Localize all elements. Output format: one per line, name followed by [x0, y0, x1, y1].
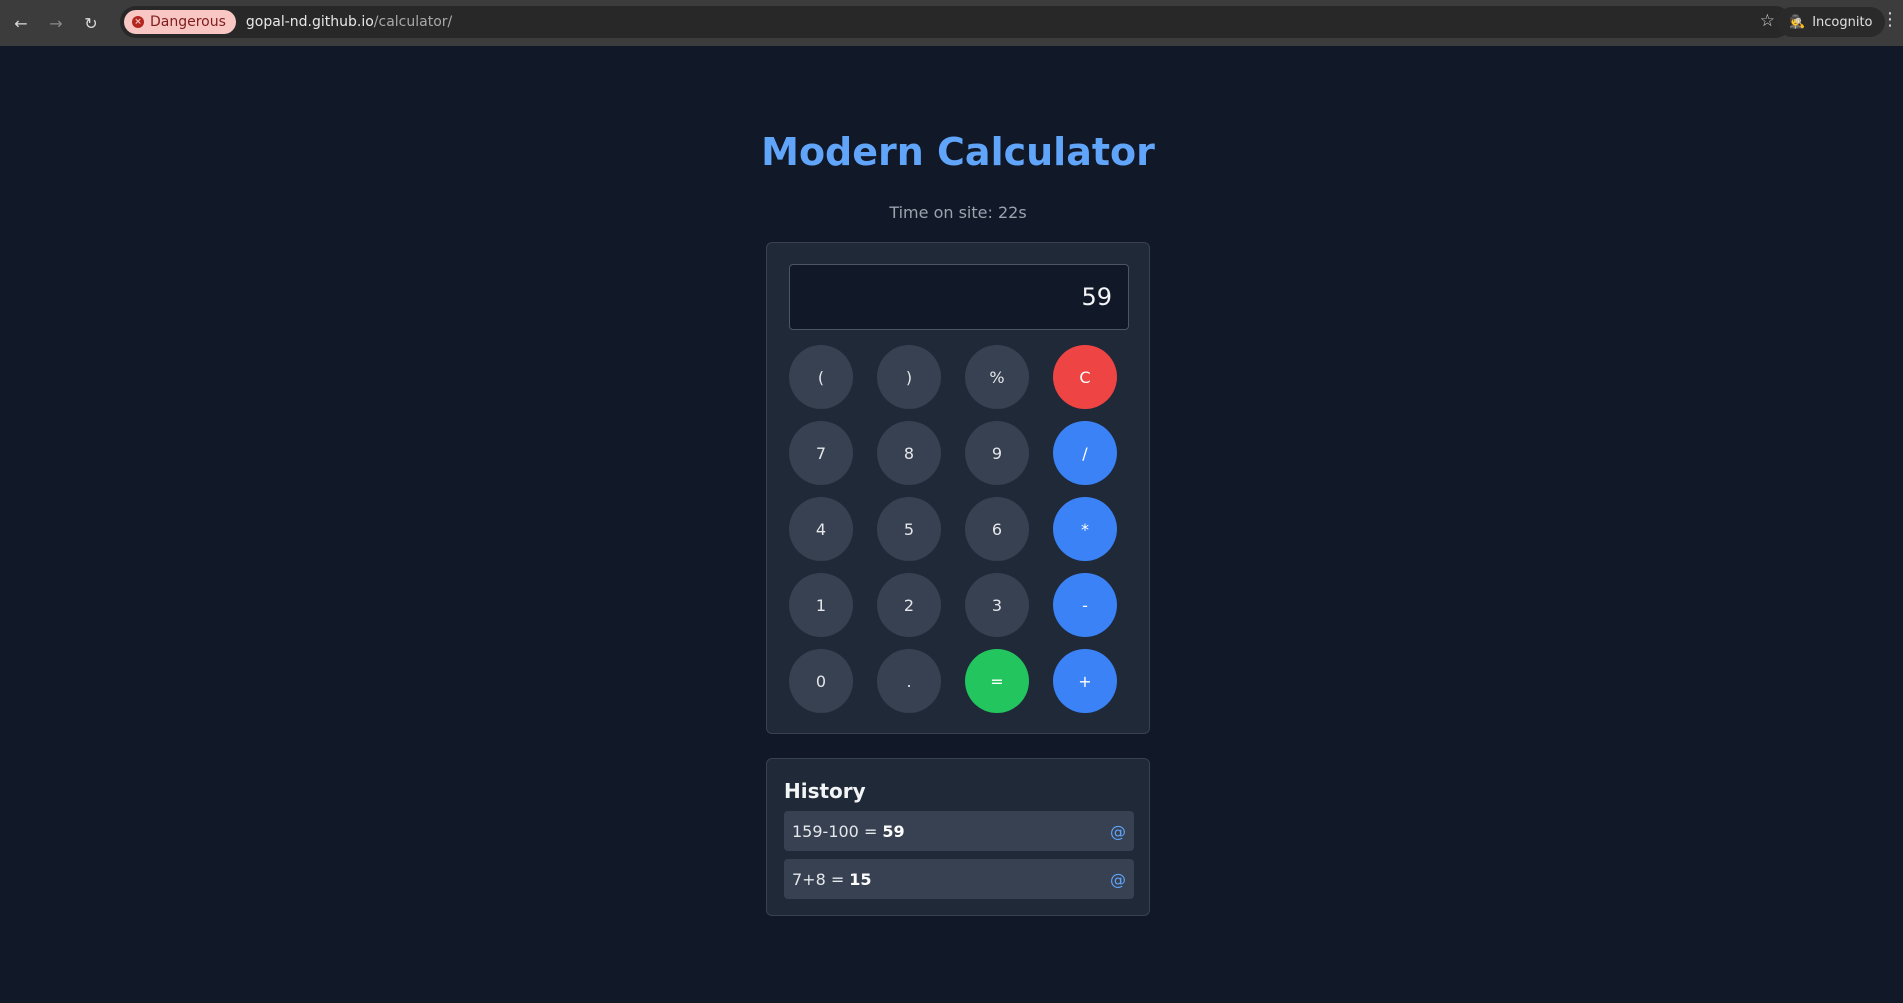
- browser-toolbar: ← → ↻ × Dangerous gopal-nd.github.io/cal…: [0, 0, 1903, 46]
- bookmark-star-icon[interactable]: ☆: [1760, 11, 1775, 31]
- time-on-site: Time on site: 22s: [889, 203, 1027, 222]
- calculator-panel: 59 ()% C 7 8 9 / 4 5 6 * 1 2 3- 0. = +: [766, 242, 1150, 734]
- url-host: gopal-nd.github.io: [245, 14, 374, 30]
- key-equals-button[interactable]: =: [965, 649, 1029, 713]
- incognito-profile-button[interactable]: 🕵 Incognito: [1777, 7, 1885, 37]
- key-4-button[interactable]: 4: [789, 497, 853, 561]
- key-divide-button[interactable]: /: [1053, 421, 1117, 485]
- key-3-button[interactable]: 3: [965, 573, 1029, 637]
- key-8-button[interactable]: 8: [877, 421, 941, 485]
- recall-icon[interactable]: @: [1110, 822, 1126, 841]
- danger-icon: ×: [132, 16, 144, 28]
- address-bar[interactable]: × Dangerous gopal-nd.github.io/calculato…: [120, 6, 1791, 38]
- page-title: Modern Calculator: [761, 130, 1155, 174]
- key-2-button[interactable]: 2: [877, 573, 941, 637]
- key-clear-button[interactable]: C: [1053, 345, 1117, 409]
- key-5-button[interactable]: 5: [877, 497, 941, 561]
- browser-menu-icon[interactable]: ⋮: [1881, 10, 1899, 30]
- key-6-button[interactable]: 6: [965, 497, 1029, 561]
- security-warning-chip[interactable]: × Dangerous: [124, 10, 236, 34]
- incognito-icon: 🕵: [1789, 14, 1806, 30]
- forward-arrow-icon[interactable]: →: [42, 9, 70, 37]
- history-item[interactable]: 159-100 = 59 @: [784, 811, 1134, 851]
- key-0-button[interactable]: 0: [789, 649, 853, 713]
- key-1-button[interactable]: 1: [789, 573, 853, 637]
- key-add-button[interactable]: +: [1053, 649, 1117, 713]
- key-subtract-button[interactable]: -: [1053, 573, 1117, 637]
- key-multiply-button[interactable]: *: [1053, 497, 1117, 561]
- history-panel: History 159-100 = 59 @ 7+8 = 15 @: [766, 758, 1150, 916]
- back-arrow-icon[interactable]: ←: [7, 9, 35, 37]
- key-percent-button[interactable]: %: [965, 345, 1029, 409]
- recall-icon[interactable]: @: [1110, 870, 1126, 889]
- key-7-button[interactable]: 7: [789, 421, 853, 485]
- key-decimal-button[interactable]: .: [877, 649, 941, 713]
- history-result: 15: [849, 869, 872, 889]
- security-label: Dangerous: [150, 14, 226, 30]
- key-9-button[interactable]: 9: [965, 421, 1029, 485]
- reload-icon[interactable]: ↻: [77, 9, 105, 37]
- calculator-display: 59: [789, 264, 1129, 330]
- history-item[interactable]: 7+8 = 15 @: [784, 859, 1134, 899]
- history-expression: 7+8 =: [792, 869, 845, 889]
- incognito-label: Incognito: [1812, 14, 1873, 30]
- url-path: /calculator/: [373, 14, 453, 30]
- url-text[interactable]: gopal-nd.github.io/calculator/: [246, 14, 452, 30]
- history-result: 59: [882, 821, 905, 841]
- key-open-paren-button[interactable]: (: [789, 345, 853, 409]
- history-title: History: [784, 779, 866, 803]
- history-expression: 159-100 =: [792, 821, 878, 841]
- key-close-paren-button[interactable]: ): [877, 345, 941, 409]
